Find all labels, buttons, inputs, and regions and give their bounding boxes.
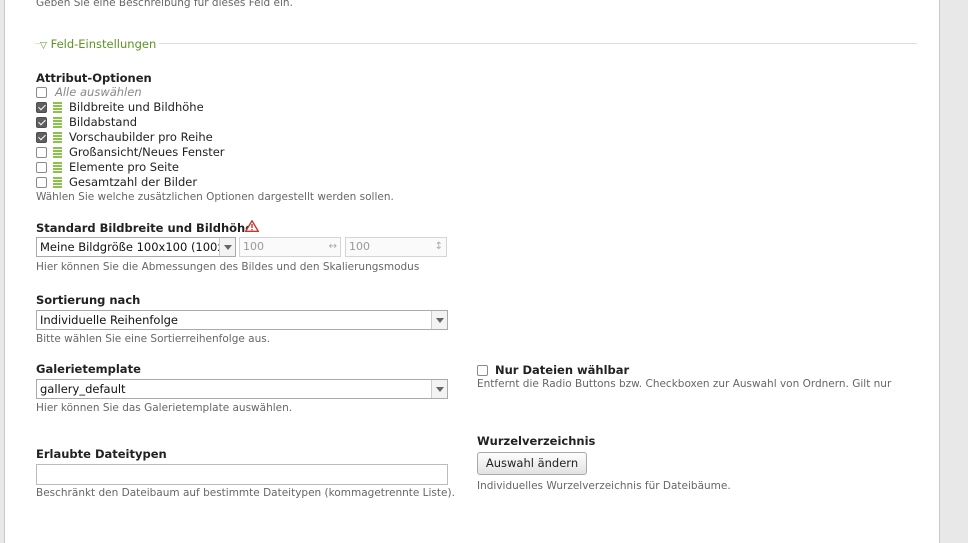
drag-handle-icon[interactable]: [53, 132, 62, 143]
warning-icon: [245, 220, 259, 232]
files-only-label[interactable]: Nur Dateien wählbar: [495, 363, 629, 377]
section-legend-label: Feld-Einstellungen: [50, 37, 157, 51]
attribute-option-label[interactable]: Großansicht/Neues Fenster: [69, 145, 225, 159]
root-directory-label: Wurzelverzeichnis: [477, 434, 596, 448]
drag-handle-icon[interactable]: [53, 117, 62, 128]
chevron-down-icon: [219, 238, 235, 256]
attribute-option-checkbox[interactable]: [36, 162, 47, 173]
attribute-option-label[interactable]: Bildbreite und Bildhöhe: [69, 100, 204, 114]
drag-handle-icon[interactable]: [53, 177, 62, 188]
select-all-checkbox[interactable]: [36, 87, 47, 98]
attribute-option-label[interactable]: Gesamtzahl der Bilder: [69, 175, 197, 189]
image-size-label: Standard Bildbreite und Bildhöhe: [36, 221, 254, 235]
files-only-checkbox[interactable]: [477, 365, 488, 376]
attribute-option-checkbox[interactable]: [36, 117, 47, 128]
allowed-filetypes-label: Erlaubte Dateitypen: [36, 447, 167, 461]
chevron-down-icon: [431, 311, 447, 329]
attribute-option-checkbox[interactable]: [36, 132, 47, 143]
section-legend[interactable]: ▽ Feld-Einstellungen: [40, 37, 156, 51]
attribute-option-label[interactable]: Elemente pro Seite: [69, 160, 179, 174]
image-size-select[interactable]: Meine Bildgröße 100x100 (100x10: [36, 237, 236, 257]
image-size-help: Hier können Sie die Abmessungen des Bild…: [36, 261, 420, 273]
attribute-option-label[interactable]: Vorschaubilder pro Reihe: [69, 130, 213, 144]
attribute-option-checkbox[interactable]: [36, 177, 47, 188]
gallery-template-help: Hier können Sie das Galerietemplate ausw…: [36, 402, 293, 414]
image-height-placeholder: 100: [349, 240, 370, 253]
drag-handle-icon[interactable]: [53, 102, 62, 113]
vertical-resize-icon: ↕: [434, 241, 443, 252]
root-directory-help: Individuelles Wurzelverzeichnis für Date…: [477, 480, 731, 492]
attribute-option-checkbox[interactable]: [36, 102, 47, 113]
image-size-select-value: Meine Bildgröße 100x100 (100x10: [40, 240, 236, 254]
sort-help: Bitte wählen Sie eine Sortierreihenfolge…: [36, 333, 271, 345]
chevron-down-icon: [431, 380, 447, 398]
attribute-options-label: Attribut-Optionen: [36, 71, 152, 85]
horizontal-resize-icon: ↔: [328, 241, 337, 252]
files-only-help: Entfernt die Radio Buttons bzw. Checkbox…: [477, 378, 892, 390]
sort-select[interactable]: Individuelle Reihenfolge: [36, 310, 448, 330]
sort-select-value: Individuelle Reihenfolge: [40, 313, 179, 327]
description-help: Geben Sie eine Beschreibung für dieses F…: [36, 0, 293, 9]
drag-handle-icon[interactable]: [53, 162, 62, 173]
image-width-placeholder: 100: [243, 240, 264, 253]
triangle-down-icon: ▽: [40, 41, 47, 51]
gallery-template-select[interactable]: gallery_default: [36, 379, 448, 399]
attribute-option-label[interactable]: Bildabstand: [69, 115, 137, 129]
legend-line-right: [159, 43, 917, 44]
image-width-input[interactable]: 100 ↔: [239, 237, 341, 257]
change-selection-button[interactable]: Auswahl ändern: [477, 452, 587, 475]
sort-label: Sortierung nach: [36, 293, 141, 307]
allowed-filetypes-help: Beschränkt den Dateibaum auf bestimmte D…: [36, 487, 455, 499]
attribute-option-checkbox[interactable]: [36, 147, 47, 158]
image-height-input[interactable]: 100 ↕: [345, 237, 447, 257]
drag-handle-icon[interactable]: [53, 147, 62, 158]
gallery-template-label: Galerietemplate: [36, 362, 141, 376]
select-all-label[interactable]: Alle auswählen: [55, 85, 142, 99]
gallery-template-value: gallery_default: [40, 382, 126, 396]
allowed-filetypes-input[interactable]: [36, 464, 448, 485]
attribute-options-help: Wählen Sie welche zusätzlichen Optionen …: [36, 191, 394, 203]
